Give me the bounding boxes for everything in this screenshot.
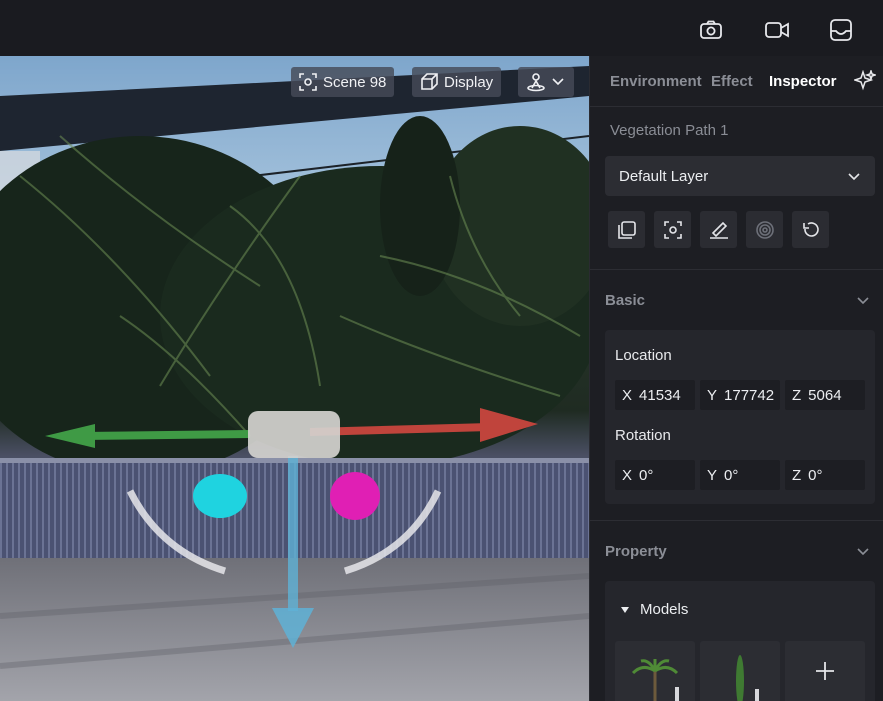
models-toggle[interactable]: Models <box>620 601 688 618</box>
sparkle-icon[interactable] <box>852 68 878 92</box>
tab-effect[interactable]: Effect <box>711 73 753 90</box>
brush-button[interactable] <box>700 211 737 248</box>
palm-tree-thumbnail <box>631 659 679 701</box>
location-label: Location <box>615 347 672 364</box>
video-camera-icon[interactable] <box>764 17 790 43</box>
transform-gizmo[interactable] <box>0 56 589 701</box>
location-x-value: 41534 <box>639 386 681 404</box>
scene-label: Scene 98 <box>323 73 387 91</box>
gizmo-x-arrowhead[interactable] <box>480 408 538 442</box>
location-y-field[interactable]: Y 177742 <box>700 380 780 410</box>
gizmo-center-handle[interactable] <box>248 411 340 458</box>
target-icon <box>755 220 774 239</box>
scene-button[interactable]: Scene 98 <box>291 67 395 97</box>
axis-label: Z <box>792 386 802 404</box>
cube-icon <box>421 73 438 90</box>
gizmo-handle-magenta[interactable] <box>330 472 380 520</box>
brush-icon <box>709 221 728 239</box>
chevron-down-icon <box>848 173 860 181</box>
reset-button[interactable] <box>792 211 829 248</box>
add-model-button[interactable] <box>785 641 865 701</box>
layer-select-value: Default Layer <box>619 167 709 185</box>
location-x-field[interactable]: X 41534 <box>615 380 695 410</box>
rotation-z-field[interactable]: Z 0° <box>785 460 865 490</box>
chevron-down-icon[interactable] <box>856 544 870 558</box>
gizmo-y-arrowhead[interactable] <box>45 424 95 448</box>
camera-icon[interactable] <box>698 17 724 43</box>
person-pin-icon <box>527 73 545 92</box>
axis-label: Y <box>707 386 718 404</box>
gizmo-y-axis[interactable] <box>81 430 251 440</box>
undo-icon <box>802 221 819 237</box>
caret-down-icon <box>621 606 629 613</box>
axis-label: Z <box>792 466 802 484</box>
location-z-field[interactable]: Z 5064 <box>785 380 865 410</box>
rotation-z-value: 0° <box>808 466 823 484</box>
axis-label: X <box>622 386 633 404</box>
top-bar <box>0 0 883 56</box>
location-y-value: 177742 <box>724 386 775 404</box>
gizmo-handle-cyan[interactable] <box>193 474 247 518</box>
axis-label: Y <box>707 466 718 484</box>
axis-label: X <box>622 466 633 484</box>
object-name: Vegetation Path 1 <box>610 122 729 139</box>
target-button[interactable] <box>746 211 783 248</box>
focus-icon <box>663 220 682 239</box>
tab-inspector[interactable]: Inspector <box>769 73 837 90</box>
location-z-value: 5064 <box>808 386 842 404</box>
rotation-x-value: 0° <box>639 466 654 484</box>
3d-viewport[interactable]: Scene 98 Display <box>0 56 589 701</box>
rotation-x-field[interactable]: X 0° <box>615 460 695 490</box>
focus-button[interactable] <box>654 211 691 248</box>
character-view-button[interactable] <box>518 67 574 97</box>
tray-icon[interactable] <box>828 17 854 43</box>
model-tile-cypress[interactable] <box>700 641 780 701</box>
rotation-label: Rotation <box>615 427 671 444</box>
layer-select[interactable]: Default Layer <box>605 156 875 196</box>
chevron-down-icon[interactable] <box>856 293 870 307</box>
rotation-y-value: 0° <box>724 466 739 484</box>
chevron-down-icon <box>552 78 564 86</box>
basic-section-title[interactable]: Basic <box>605 292 645 309</box>
object-tool-row <box>608 211 829 248</box>
copy-icon <box>617 220 636 239</box>
property-card: Models <box>605 581 875 701</box>
model-tile-palm[interactable] <box>615 641 695 701</box>
focus-icon <box>299 73 317 91</box>
cypress-tree-thumbnail <box>736 655 759 701</box>
panel-tabs: Environment Effect Inspector <box>590 56 883 107</box>
right-panel: Environment Effect Inspector Vegetation … <box>589 56 883 701</box>
basic-card: Location X 41534 Y 177742 Z 5064 Rotatio… <box>605 330 875 504</box>
divider <box>590 269 883 270</box>
property-section-title[interactable]: Property <box>605 543 667 560</box>
rotation-y-field[interactable]: Y 0° <box>700 460 780 490</box>
divider <box>590 520 883 521</box>
tab-environment[interactable]: Environment <box>610 73 702 90</box>
duplicate-button[interactable] <box>608 211 645 248</box>
display-label: Display <box>444 73 494 91</box>
plus-icon <box>816 662 834 680</box>
gizmo-z-arrowhead[interactable] <box>272 608 314 648</box>
models-label: Models <box>640 601 689 618</box>
display-button[interactable]: Display <box>412 67 502 97</box>
